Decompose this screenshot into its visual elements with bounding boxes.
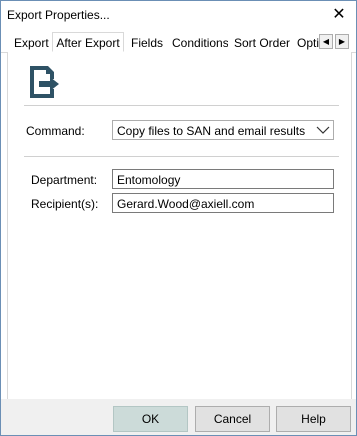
command-dropdown[interactable]: Copy files to SAN and email results (112, 120, 334, 140)
after-export-panel: Command: Copy files to SAN and email res… (7, 52, 352, 400)
tab-options[interactable]: Opti (297, 34, 319, 52)
button-bar: OK Cancel Help (1, 399, 356, 435)
export-properties-dialog: Export Properties... ✕ Export After Expo… (0, 0, 357, 436)
department-label: Department: (31, 173, 98, 187)
title-bar: Export Properties... ✕ (1, 1, 356, 29)
recipients-label: Recipient(s): (31, 197, 99, 211)
ok-button[interactable]: OK (113, 406, 188, 432)
help-button[interactable]: Help (276, 406, 351, 432)
tab-conditions[interactable]: Conditions (172, 34, 228, 52)
command-label: Command: (26, 124, 85, 138)
chevron-down-icon (316, 126, 330, 134)
cancel-button[interactable]: Cancel (195, 406, 270, 432)
tab-scroll-right-icon[interactable]: ▶ (335, 34, 349, 49)
separator-top (24, 105, 339, 106)
tab-sort-order[interactable]: Sort Order (234, 34, 290, 52)
tab-fields[interactable]: Fields (131, 34, 163, 52)
tab-after-export[interactable]: After Export (52, 32, 124, 52)
department-field[interactable]: Entomology (112, 169, 334, 189)
tab-export[interactable]: Export (14, 34, 50, 52)
export-file-icon (30, 66, 59, 98)
tab-strip: Export After Export Fields Conditions So… (1, 32, 356, 53)
recipients-field[interactable]: Gerard.Wood@axiell.com (112, 193, 334, 213)
department-value: Entomology (117, 173, 181, 187)
command-selected-value: Copy files to SAN and email results (117, 124, 306, 138)
close-icon[interactable]: ✕ (322, 1, 356, 29)
tab-scroll-left-icon[interactable]: ◀ (319, 34, 333, 49)
separator-middle (24, 156, 339, 157)
dialog-title: Export Properties... (7, 8, 110, 22)
recipients-value: Gerard.Wood@axiell.com (117, 197, 255, 211)
